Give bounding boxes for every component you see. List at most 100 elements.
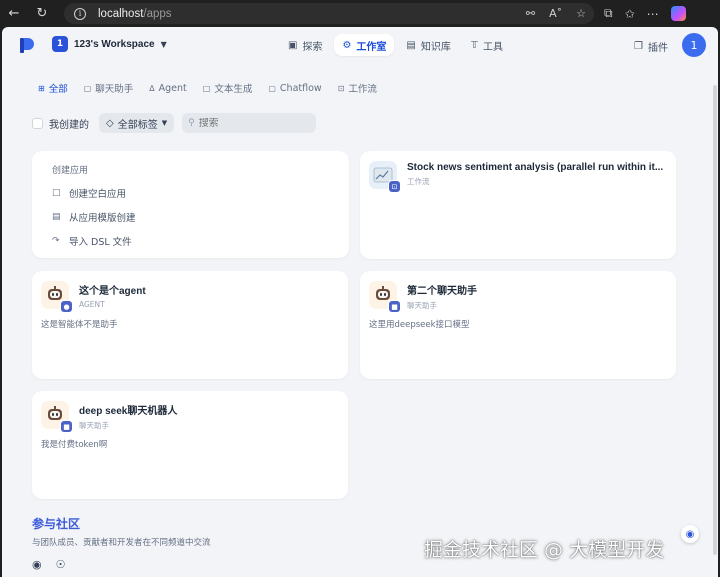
nav-knowledge[interactable]: ▤ 知识库: [398, 34, 458, 56]
create-blank-app-button[interactable]: □ 创建空白应用: [52, 186, 329, 200]
scrollbar[interactable]: [712, 65, 718, 577]
grid-icon: ⊞: [38, 83, 45, 93]
app-icon: ●: [41, 281, 73, 313]
workspace-switcher[interactable]: 1 123's Workspace ▼: [52, 36, 167, 52]
user-avatar[interactable]: 1: [682, 33, 706, 57]
top-nav: 1 123's Workspace ▼ ▣ 探索 ⚙ 工作室 ▤ 知识库 𝕋 工具 ❐ …: [2, 27, 718, 65]
favorites-icon[interactable]: ✩: [625, 7, 635, 21]
browser-toolbar: ← ↻ i localhost/apps ⚯ A˚ ☆ ⧉ ✩ ⋯: [0, 0, 720, 27]
app-icon: ■: [369, 281, 401, 313]
chevron-down-icon: ▼: [161, 119, 168, 127]
app-card-deepseek-bot[interactable]: ■ deep seek聊天机器人 聊天助手 我是付费token啊: [32, 391, 348, 499]
filter-label: Chatflow: [279, 82, 322, 94]
app-type: 工作流: [407, 177, 430, 186]
help-chat-icon[interactable]: ◉: [681, 525, 699, 543]
browser-essentials-icon[interactable]: ⚯: [526, 7, 535, 20]
nav-knowledge-label: 知识库: [420, 41, 451, 53]
filter-tab-agent[interactable]: ∆ Agent: [143, 79, 192, 97]
site-info-icon[interactable]: i: [74, 7, 86, 20]
agent-badge-icon: ●: [60, 300, 73, 313]
app-viewport: 1 123's Workspace ▼ ▣ 探索 ⚙ 工作室 ▤ 知识库 𝕋 工具 ❐ …: [2, 27, 718, 577]
nav-studio-label: 工作室: [356, 41, 387, 53]
plugins-label: 插件: [647, 43, 668, 54]
chevron-down-icon: ▼: [160, 39, 167, 49]
search-icon: ⚲: [188, 118, 195, 128]
tag-filter-label: 全部标签: [117, 119, 158, 131]
nav-tools[interactable]: 𝕋 工具: [463, 34, 511, 56]
knowledge-icon: ▤: [406, 39, 416, 51]
created-by-me-label: 我创建的: [49, 119, 89, 131]
github-icon[interactable]: ◉: [32, 558, 42, 571]
document-icon: □: [202, 83, 211, 93]
studio-icon: ⚙: [342, 39, 352, 51]
back-icon[interactable]: ←: [0, 0, 28, 27]
filter-row: 我创建的 ◇ 全部标签 ▼ ⚲: [32, 113, 317, 133]
extensions-icon[interactable]: ⧉: [604, 6, 613, 21]
url-host: localhost: [98, 7, 144, 20]
copilot-icon[interactable]: [670, 6, 686, 21]
app-icon: ⊡: [369, 161, 401, 193]
filter-label: 文本生成: [214, 84, 253, 95]
filter-label: 聊天助手: [95, 84, 134, 95]
create-from-template-button[interactable]: ▤ 从应用模版创建: [52, 210, 329, 224]
community-subtitle: 与团队成员、贡献者和开发者在不同频道中交流: [32, 538, 211, 548]
agent-icon: ∆: [149, 83, 155, 93]
filter-tab-chatflow[interactable]: ▢ Chatflow: [262, 79, 327, 97]
filter-label: Agent: [158, 82, 187, 94]
filter-tab-workflow[interactable]: ⊡ 工作流: [332, 79, 383, 97]
reload-icon[interactable]: ↻: [28, 0, 56, 27]
app-type: 聊天助手: [79, 421, 109, 430]
app-description: 这里用deepseek接口模型: [369, 320, 470, 330]
dify-logo-icon[interactable]: [20, 38, 34, 53]
chatflow-icon: ▢: [268, 83, 276, 93]
chat-icon: ▢: [83, 83, 92, 93]
app-name: Stock news sentiment analysis (parallel …: [407, 162, 664, 173]
app-name: deep seek聊天机器人: [79, 406, 178, 417]
app-card-agent[interactable]: ● 这个是个agent AGENT 这是智能体不是助手: [32, 271, 348, 379]
favorite-star-icon[interactable]: ☆: [576, 7, 586, 20]
workflow-icon: ⊡: [337, 83, 345, 93]
template-icon: ▤: [52, 212, 61, 222]
plugins-button[interactable]: ❐ 插件: [634, 39, 668, 54]
nav-tools-label: 工具: [482, 41, 503, 53]
app-description: 这是智能体不是助手: [41, 320, 118, 330]
workspace-avatar: 1: [52, 36, 68, 52]
watermark: 掘金技术社区 @ 大模型开发: [424, 539, 665, 561]
discord-icon[interactable]: ☉: [56, 558, 66, 571]
filter-tab-chat[interactable]: ▢ 聊天助手: [78, 79, 140, 97]
tools-icon: 𝕋: [470, 39, 478, 51]
more-menu-icon[interactable]: ⋯: [647, 7, 659, 21]
file-plus-icon: □: [52, 188, 61, 198]
import-dsl-button[interactable]: ↷ 导入 DSL 文件: [52, 234, 329, 248]
explore-icon: ▣: [288, 39, 298, 51]
app-description: 我是付费token啊: [41, 440, 108, 450]
scrollbar-thumb[interactable]: [713, 85, 717, 555]
app-type: AGENT: [79, 300, 105, 309]
app-card-second-chat[interactable]: ■ 第二个聊天助手 聊天助手 这里用deepseek接口模型: [360, 271, 676, 379]
workspace-name: 123's Workspace: [74, 38, 155, 50]
nav-studio[interactable]: ⚙ 工作室: [334, 34, 395, 56]
main-nav: ▣ 探索 ⚙ 工作室 ▤ 知识库 𝕋 工具: [280, 34, 511, 56]
chat-badge-icon: ■: [60, 420, 73, 433]
app-name: 这个是个agent: [79, 286, 146, 297]
url-path: /apps: [143, 7, 172, 20]
import-icon: ↷: [52, 236, 60, 246]
tag-filter-select[interactable]: ◇ 全部标签 ▼: [99, 113, 175, 133]
nav-explore[interactable]: ▣ 探索: [280, 34, 330, 56]
community-title: 参与社区: [32, 517, 81, 531]
filter-label: 全部: [48, 84, 68, 95]
search-input[interactable]: [198, 117, 299, 129]
search-box[interactable]: ⚲: [182, 113, 317, 133]
filter-tab-text-gen[interactable]: □ 文本生成: [197, 79, 259, 97]
app-card-stock-news[interactable]: ⊡ Stock news sentiment analysis (paralle…: [360, 151, 676, 259]
cube-icon: ❐: [634, 41, 643, 52]
community-section: 参与社区 与团队成员、贡献者和开发者在不同频道中交流 ◉ ☉: [32, 515, 211, 571]
created-by-me-checkbox[interactable]: [32, 117, 43, 129]
nav-explore-label: 探索: [302, 41, 323, 53]
address-bar[interactable]: i localhost/apps ⚯ A˚ ☆: [64, 3, 594, 24]
read-aloud-icon[interactable]: A˚: [549, 7, 562, 20]
filter-tab-all[interactable]: ⊞ 全部: [32, 79, 74, 97]
app-type-filter-tabs: ⊞ 全部 ▢ 聊天助手 ∆ Agent □ 文本生成 ▢ Chatflow ⊡ 工作流: [32, 79, 383, 97]
tag-icon: ◇: [106, 117, 114, 129]
create-template-label: 从应用模版创建: [69, 213, 136, 224]
